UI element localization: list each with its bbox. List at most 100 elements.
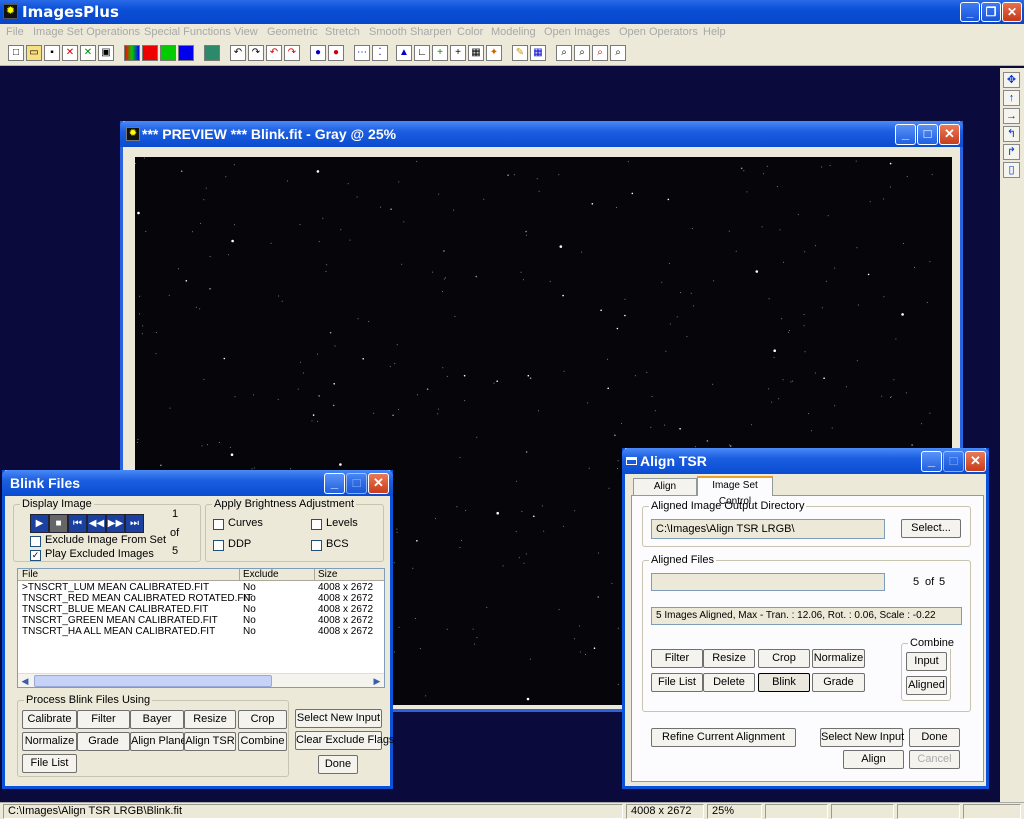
exclude-cell[interactable]: No — [243, 593, 256, 604]
col-exclude-header[interactable]: Exclude — [243, 569, 279, 580]
clear-exclude-flags-button[interactable]: Clear Exclude Flags — [295, 731, 394, 750]
file-name-cell[interactable]: TNSCRT_BLUE MEAN CALIBRATED.FIT — [22, 604, 208, 615]
menu-open-operators[interactable]: Open Operators — [619, 26, 698, 38]
menu-geometric[interactable]: Geometric — [267, 26, 318, 38]
undo-icon[interactable]: ↶ — [230, 45, 246, 61]
align-button[interactable]: Align — [843, 750, 904, 769]
file-name-cell[interactable]: >TNSCRT_LUM MEAN CALIBRATED.FIT — [22, 582, 209, 593]
save-icon[interactable]: ▪ — [44, 45, 60, 61]
file-name-cell[interactable]: TNSCRT_HA ALL MEAN CALIBRATED.FIT — [22, 626, 215, 637]
bcs-checkbox[interactable] — [311, 540, 322, 551]
size-cell[interactable]: 4008 x 2672 — [318, 593, 373, 604]
align-filter-button[interactable]: Filter — [651, 649, 703, 668]
refine-alignment-button[interactable]: Refine Current Alignment — [651, 728, 796, 747]
exclude-cell[interactable]: No — [243, 615, 256, 626]
col-file-header[interactable]: File — [22, 569, 38, 580]
pencil-icon[interactable]: ✎ — [512, 45, 528, 61]
size-cell[interactable]: 4008 x 2672 — [318, 615, 373, 626]
red-channel-icon[interactable] — [142, 45, 158, 61]
restore-button[interactable]: ❐ — [981, 2, 1001, 22]
minimize-button[interactable]: _ — [960, 2, 980, 22]
luminance-icon[interactable] — [204, 45, 220, 61]
blink-normalize-button[interactable]: Normalize — [22, 732, 77, 751]
align-crop-button[interactable]: Crop — [758, 649, 810, 668]
size-cell[interactable]: 4008 x 2672 — [318, 604, 373, 615]
menu-file[interactable]: File — [6, 26, 24, 38]
copy-icon[interactable]: ▣ — [98, 45, 114, 61]
menu-open-images[interactable]: Open Images — [544, 26, 610, 38]
exclude-cell[interactable]: No — [243, 604, 256, 615]
exclude-cell[interactable]: No — [243, 582, 256, 593]
close-button[interactable]: ✕ — [1002, 2, 1022, 22]
blink-select-new-input-button[interactable]: Select New Input — [295, 709, 382, 728]
ddp-checkbox[interactable] — [213, 540, 224, 551]
points-icon[interactable]: ⁚ — [372, 45, 388, 61]
redo-icon[interactable]: ↷ — [248, 45, 264, 61]
align-grade-button[interactable]: Grade — [812, 673, 865, 692]
tab-align-methods[interactable]: Align Methods — [633, 478, 697, 508]
grid-icon[interactable]: ▦ — [468, 45, 484, 61]
menu-image-set-operations[interactable]: Image Set Operations — [33, 26, 140, 38]
menu-color[interactable]: Color — [457, 26, 483, 38]
close-image-icon[interactable]: ✕ — [62, 45, 78, 61]
size-cell[interactable]: 4008 x 2672 — [318, 582, 373, 593]
align-done-button[interactable]: Done — [909, 728, 960, 747]
align-select-new-input-button[interactable]: Select New Input — [820, 728, 904, 747]
record-icon[interactable]: ● — [310, 45, 326, 61]
blink-crop-button[interactable]: Crop — [238, 710, 287, 729]
last-icon[interactable]: ⏭ — [125, 514, 144, 533]
menu-smooth-sharpen[interactable]: Smooth Sharpen — [369, 26, 452, 38]
rotate-left-icon[interactable]: ↰ — [1003, 126, 1020, 142]
col-size-header[interactable]: Size — [318, 569, 337, 580]
combine-aligned-button[interactable]: Aligned — [906, 676, 947, 695]
arrow-up-icon[interactable]: ↑ — [1003, 90, 1020, 106]
blink-resize-button[interactable]: Resize — [184, 710, 236, 729]
stop-icon[interactable]: ■ — [49, 514, 68, 533]
menu-help[interactable]: Help — [703, 26, 726, 38]
crosshair-icon[interactable]: + — [450, 45, 466, 61]
frame-icon[interactable]: ▯ — [1003, 162, 1020, 178]
output-directory-field[interactable]: C:\Images\Align TSR LRGB\ — [651, 519, 885, 539]
file-name-cell[interactable]: TNSCRT_GREEN MEAN CALIBRATED.FIT — [22, 615, 218, 626]
close-all-icon[interactable]: ✕ — [80, 45, 96, 61]
move-icon[interactable]: ✥ — [1003, 72, 1020, 88]
preview-minimize-button[interactable]: _ — [895, 124, 916, 145]
levels-checkbox[interactable] — [311, 519, 322, 530]
blink-close-button[interactable]: ✕ — [368, 473, 389, 494]
size-cell[interactable]: 4008 x 2672 — [318, 626, 373, 637]
matrix-icon[interactable]: ▦ — [530, 45, 546, 61]
blink-grade-button[interactable]: Grade — [77, 732, 130, 751]
menu-stretch[interactable]: Stretch — [325, 26, 360, 38]
play-excluded-checkbox[interactable]: ✓ — [30, 550, 41, 561]
blue-channel-icon[interactable] — [178, 45, 194, 61]
previous-icon[interactable]: ◀◀ — [87, 514, 106, 533]
align-resize-button[interactable]: Resize — [703, 649, 755, 668]
align-close-button[interactable]: ✕ — [965, 451, 986, 472]
scroll-left-icon[interactable]: ◀ — [18, 674, 32, 688]
triangle-icon[interactable]: ▲ — [396, 45, 412, 61]
align-select-button[interactable]: Select... — [901, 519, 961, 538]
horizontal-scrollbar[interactable]: ◀ ▶ — [18, 673, 384, 687]
blink-file-list-button[interactable]: File List — [22, 754, 77, 773]
blink-filter-button[interactable]: Filter — [77, 710, 130, 729]
crosshair-green-icon[interactable]: + — [432, 45, 448, 61]
green-channel-icon[interactable] — [160, 45, 176, 61]
next-icon[interactable]: ▶▶ — [106, 514, 125, 533]
zoom-in-icon[interactable]: ⌕ — [574, 45, 590, 61]
rgb-icon[interactable] — [124, 45, 140, 61]
menu-view[interactable]: View — [234, 26, 258, 38]
exclude-cell[interactable]: No — [243, 626, 256, 637]
new-icon[interactable]: □ — [8, 45, 24, 61]
arrow-right-icon[interactable]: → — [1003, 108, 1020, 124]
align-minimize-button[interactable]: _ — [921, 451, 942, 472]
corner-icon[interactable]: ∟ — [414, 45, 430, 61]
bayer-button[interactable]: Bayer — [130, 710, 184, 729]
open-icon[interactable]: ▭ — [26, 45, 42, 61]
preview-maximize-button[interactable]: □ — [917, 124, 938, 145]
exclude-image-checkbox[interactable] — [30, 536, 41, 547]
align-normalize-button[interactable]: Normalize — [812, 649, 865, 668]
combine-input-button[interactable]: Input — [906, 652, 947, 671]
align-tsr-button[interactable]: Align TSR — [184, 732, 236, 751]
play-icon[interactable]: ▶ — [30, 514, 49, 533]
first-icon[interactable]: ⏮ — [68, 514, 87, 533]
